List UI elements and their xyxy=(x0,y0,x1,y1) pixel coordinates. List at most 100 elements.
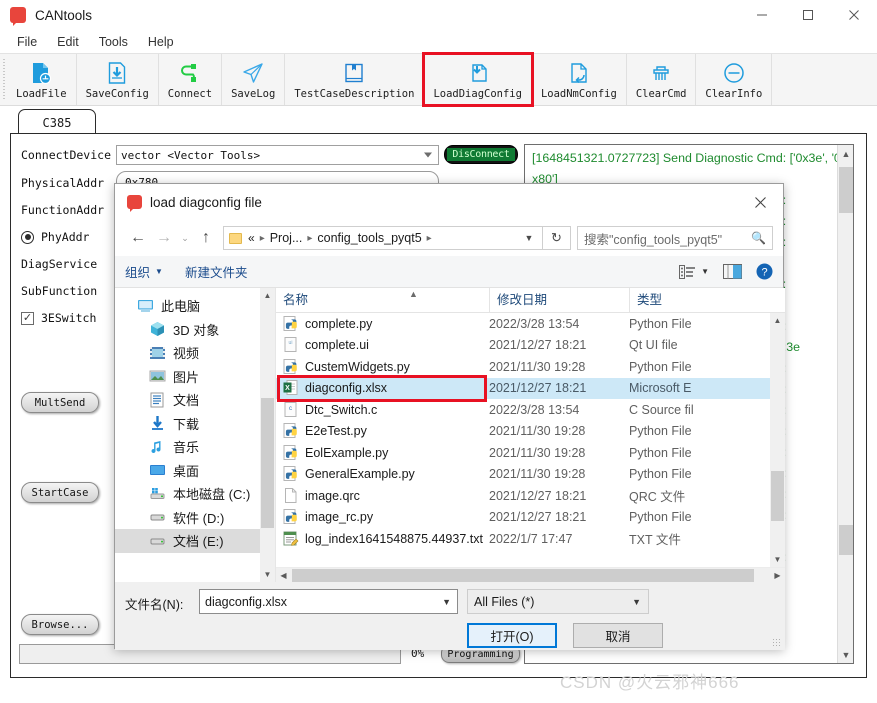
toolbar-label-savelog: SaveLog xyxy=(231,87,276,100)
mult-send-button[interactable]: MultSend xyxy=(21,392,99,413)
search-input[interactable]: 搜索"config_tools_pyqt5" xyxy=(584,229,751,248)
address-bar[interactable]: « ▸ Proj... ▸ config_tools_pyqt5 ▸ ▼ xyxy=(223,226,543,250)
search-icon: 🔍 xyxy=(751,231,766,245)
nav-pane-item[interactable]: 3D 对象 xyxy=(115,318,275,342)
nav-pane-item[interactable]: 此电脑 xyxy=(115,294,275,318)
toolbar-button-saveconfig[interactable]: SaveConfig xyxy=(77,54,159,105)
file-list-hscrollbar[interactable]: ◀ ▶ xyxy=(276,567,785,582)
toolbar-button-connect[interactable]: Connect xyxy=(159,54,223,105)
file-list-scroll-thumb[interactable] xyxy=(771,471,784,521)
breadcrumb-current[interactable]: config_tools_pyqt5 xyxy=(317,231,421,245)
tab-c385[interactable]: C385 xyxy=(18,109,96,135)
scroll-right-icon[interactable]: ▶ xyxy=(770,568,785,583)
dialog-close-button[interactable] xyxy=(737,185,783,219)
menu-edit[interactable]: Edit xyxy=(47,33,89,51)
file-list-vscrollbar[interactable]: ▲ ▼ xyxy=(770,313,785,567)
back-button[interactable]: ← xyxy=(125,225,151,251)
chevron-down-icon[interactable]: ▼ xyxy=(442,597,451,607)
nav-pane-item[interactable]: 下载 xyxy=(115,412,275,436)
organize-button[interactable]: 组织 ▼ xyxy=(125,262,163,281)
nav-scroll-thumb[interactable] xyxy=(261,398,274,528)
file-list-row[interactable]: Xdiagconfig.xlsx 2021/12/27 18:21 Microsof… xyxy=(276,374,770,402)
dialog-resize-grip[interactable] xyxy=(772,638,782,648)
file-list-row[interactable]: EolExample.py 2021/11/30 19:28 Python File xyxy=(276,442,770,464)
new-folder-button[interactable]: 新建文件夹 xyxy=(185,262,248,281)
file-type-filter[interactable]: All Files (*) ▼ xyxy=(467,589,649,614)
nav-pane-scrollbar[interactable]: ▲ ▼ xyxy=(260,288,275,582)
chevron-down-icon[interactable]: ▼ xyxy=(701,267,709,276)
toolbar-button-clearcmd[interactable]: ClearCmd xyxy=(627,54,697,105)
start-case-button[interactable]: StartCase xyxy=(21,482,99,503)
file-list-row[interactable]: log_index1641548875.44937.txt 2022/1/7 17… xyxy=(276,528,770,550)
refresh-button[interactable]: ↻ xyxy=(543,226,571,250)
toolbar-button-loaddiagconfig[interactable]: LoadDiagConfig xyxy=(422,52,534,107)
toolbar-button-clearinfo[interactable]: ClearInfo xyxy=(696,54,773,105)
file-list-hscroll-thumb[interactable] xyxy=(292,569,754,582)
scroll-down-icon[interactable]: ▼ xyxy=(260,567,275,582)
help-icon[interactable]: ? xyxy=(756,263,773,280)
scroll-up-icon[interactable]: ▲ xyxy=(770,313,785,328)
column-header-name[interactable]: 名称 ▲ xyxy=(276,288,489,312)
file-list-row[interactable]: GeneralExample.py 2021/11/30 19:28 Python … xyxy=(276,464,770,486)
connect-device-combo[interactable]: vector <Vector Tools> xyxy=(116,145,439,165)
toolbar-grip[interactable] xyxy=(0,54,7,105)
nav-pane-item[interactable]: 图片 xyxy=(115,365,275,389)
nav-pane-item[interactable]: 视频 xyxy=(115,341,275,365)
nav-pane-item[interactable]: 桌面 xyxy=(115,459,275,483)
recent-locations-button[interactable]: ⌄ xyxy=(177,225,193,251)
scroll-left-icon[interactable]: ◀ xyxy=(276,568,291,583)
nav-pane-item[interactable]: 音乐 xyxy=(115,435,275,459)
file-list-row[interactable]: image.qrc 2021/12/27 18:21 QRC 文件 xyxy=(276,485,770,507)
breadcrumb-proj[interactable]: Proj... xyxy=(270,231,303,245)
toolbar-label-loaddiagconfig: LoadDiagConfig xyxy=(433,87,522,100)
address-chevron-down-icon[interactable]: ▼ xyxy=(516,233,542,243)
file-name-cell: ui complete.ui xyxy=(276,337,489,353)
menu-help[interactable]: Help xyxy=(138,33,184,51)
chevron-down-icon[interactable]: ▼ xyxy=(632,597,641,607)
toolbar-button-loadfile[interactable]: LoadFile xyxy=(7,54,77,105)
file-name-label: image_rc.py xyxy=(305,510,374,525)
scroll-up-icon[interactable]: ▲ xyxy=(260,288,275,303)
column-header-date[interactable]: 修改日期 xyxy=(489,288,629,312)
file-list-row[interactable]: complete.py 2022/3/28 13:54 Python File xyxy=(276,313,770,335)
file-list-row[interactable]: CustemWidgets.py 2021/11/30 19:28 Python F… xyxy=(276,356,770,378)
local-disk-icon xyxy=(149,486,166,502)
browse-button[interactable]: Browse... xyxy=(21,614,99,635)
log-scroll-thumb-secondary[interactable] xyxy=(839,525,853,555)
nav-pane-item[interactable]: 本地磁盘 (C:) xyxy=(115,482,275,506)
minimize-button[interactable] xyxy=(739,0,785,30)
toolbar-button-testcasedescription[interactable]: TestCaseDescription xyxy=(285,54,425,105)
column-header-type[interactable]: 类型 xyxy=(629,288,785,312)
breadcrumb-overflow[interactable]: « xyxy=(248,231,255,245)
menu-tools[interactable]: Tools xyxy=(89,33,138,51)
view-list-icon[interactable]: ▼ xyxy=(679,264,709,279)
search-box[interactable]: 搜索"config_tools_pyqt5" 🔍 xyxy=(577,226,773,250)
filename-input[interactable]: diagconfig.xlsx ▼ xyxy=(199,589,458,614)
maximize-button[interactable] xyxy=(785,0,831,30)
open-button[interactable]: 打开(O) xyxy=(467,623,557,648)
scroll-up-icon[interactable]: ▲ xyxy=(838,145,853,162)
menu-file[interactable]: File xyxy=(7,33,47,51)
3d-objects-icon xyxy=(149,321,166,337)
file-list-row[interactable]: ui complete.ui 2021/12/27 18:21 Qt UI file xyxy=(276,335,770,357)
log-scrollbar[interactable]: ▲ ▼ xyxy=(837,145,853,663)
file-list-row[interactable]: E2eTest.py 2021/11/30 19:28 Python File xyxy=(276,421,770,443)
nav-pane-item[interactable]: 文档 xyxy=(115,388,275,412)
file-list-row[interactable]: image_rc.py 2021/12/27 18:21 Python File xyxy=(276,507,770,529)
forward-button[interactable]: → xyxy=(151,225,177,251)
disconnect-button[interactable]: DisConnect xyxy=(444,145,518,164)
scroll-down-icon[interactable]: ▼ xyxy=(770,552,785,567)
toolbar-button-loadnmconfig[interactable]: LoadNmConfig xyxy=(532,54,627,105)
file-list-row[interactable]: c Dtc_Switch.c 2022/3/28 13:54 C Source fil xyxy=(276,399,770,421)
scroll-down-icon[interactable]: ▼ xyxy=(838,646,853,663)
nav-pane-item[interactable]: 软件 (D:) xyxy=(115,506,275,530)
preview-pane-icon[interactable] xyxy=(723,264,742,279)
phy-addr-radio[interactable] xyxy=(21,230,34,244)
log-scroll-thumb[interactable] xyxy=(839,167,853,213)
close-button[interactable] xyxy=(831,0,877,30)
cancel-button[interactable]: 取消 xyxy=(573,623,663,648)
three-e-switch-checkbox[interactable]: ✓ xyxy=(21,311,34,325)
up-button[interactable]: ↑ xyxy=(193,225,219,251)
toolbar-button-savelog[interactable]: SaveLog xyxy=(222,54,286,105)
nav-pane-item[interactable]: 文档 (E:) xyxy=(115,529,275,553)
